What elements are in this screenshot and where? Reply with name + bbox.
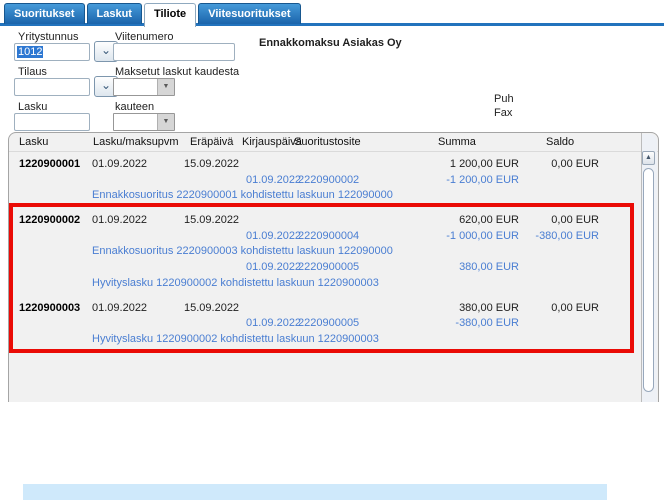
tab-viitesuoritukset[interactable]: Viitesuoritukset bbox=[198, 3, 301, 24]
table-line-note[interactable]: Ennakkosuoritus 2220900001 kohdistettu l… bbox=[9, 189, 641, 205]
allocation-note: Ennakkosuoritus 2220900003 kohdistettu l… bbox=[92, 245, 393, 258]
invoice-date: 01.09.2022 bbox=[92, 301, 148, 314]
lasku-label: Lasku bbox=[18, 101, 48, 113]
amount: 380,00 EUR bbox=[459, 261, 519, 274]
viitenumero-label: Viitenumero bbox=[115, 31, 174, 43]
maksetut-laskut-kaudesta-label: Maksetut laskut kaudesta bbox=[115, 66, 240, 78]
posting-date: 01.09.2022 bbox=[246, 229, 302, 242]
voucher-number: 2220900002 bbox=[298, 173, 360, 186]
selected-row-highlight[interactable] bbox=[23, 484, 607, 500]
column-header-lasku-maksupvm[interactable]: Lasku/maksupvm bbox=[93, 136, 179, 148]
voucher-number: 2220900005 bbox=[298, 317, 360, 330]
tab-tiliote[interactable]: Tiliote bbox=[143, 3, 197, 27]
column-header-erapaiva[interactable]: Eräpäivä bbox=[190, 136, 233, 148]
statement-table: Lasku Lasku/maksupvm Eräpäivä Kirjauspäi… bbox=[8, 132, 659, 500]
table-line-note[interactable]: Hyvityslasku 1220900002 kohdistettu lask… bbox=[9, 333, 641, 349]
column-header-kirjauspaiva[interactable]: Kirjauspäivä bbox=[242, 136, 302, 148]
maksetut-laskut-kaudesta-select[interactable]: ▼ bbox=[113, 78, 175, 96]
posting-date: 01.09.2022 bbox=[246, 261, 302, 274]
table-line-invoice[interactable]: 1220900002 01.09.2022 15.09.2022 620,00 EUR… bbox=[9, 214, 641, 230]
table-line-payment[interactable]: 01.09.2022 2220900005 380,00 EUR bbox=[9, 261, 641, 277]
invoice-number: 1220900003 bbox=[19, 301, 81, 314]
table-line-invoice[interactable]: 1220900003 01.09.2022 15.09.2022 380,00 EUR… bbox=[9, 302, 641, 318]
allocation-note: Ennakkosuoritus 2220900001 kohdistettu l… bbox=[92, 189, 393, 202]
tab-laskut[interactable]: Laskut bbox=[86, 3, 142, 24]
voucher-number: 2220900005 bbox=[298, 261, 360, 274]
column-header-suoritustosite[interactable]: Suoritustosite bbox=[294, 136, 361, 148]
voucher-number: 2220900004 bbox=[298, 229, 360, 242]
balance: 0,00 EUR bbox=[551, 158, 599, 170]
table-line-invoice[interactable]: 1220900001 01.09.2022 15.09.2022 1 200,00 E… bbox=[9, 158, 641, 174]
column-header-lasku[interactable]: Lasku bbox=[19, 136, 48, 148]
posting-date: 01.09.2022 bbox=[246, 317, 302, 330]
combo-arrow-icon: ▼ bbox=[157, 79, 174, 95]
table-line-note[interactable]: Hyvityslasku 1220900002 kohdistettu lask… bbox=[9, 277, 641, 293]
column-header-saldo[interactable]: Saldo bbox=[546, 136, 574, 148]
table-lines: 1220900001 01.09.2022 15.09.2022 1 200,00 E… bbox=[9, 153, 641, 349]
yritystunnus-input[interactable]: 1012 bbox=[14, 43, 90, 61]
combo-arrow-icon: ▼ bbox=[157, 114, 174, 130]
table-line-payment[interactable]: 01.09.2022 2220900005 -380,00 EUR bbox=[9, 317, 641, 333]
viitenumero-input[interactable] bbox=[113, 43, 235, 61]
balance: 0,00 EUR bbox=[551, 214, 599, 227]
arrow-up-icon: ▲ bbox=[645, 154, 652, 161]
invoice-date: 01.09.2022 bbox=[92, 158, 148, 170]
table-line-note[interactable]: Ennakkosuoritus 2220900003 kohdistettu l… bbox=[9, 245, 641, 261]
chevron-down-icon: ⌄ bbox=[100, 78, 112, 92]
invoice-date: 01.09.2022 bbox=[92, 214, 148, 227]
customer-name: Ennakkomaksu Asiakas Oy bbox=[259, 37, 402, 49]
column-header-summa[interactable]: Summa bbox=[438, 136, 476, 148]
tab-bar: Suoritukset Laskut Tiliote Viitesuorituk… bbox=[4, 3, 301, 27]
tilaus-label: Tilaus bbox=[18, 66, 47, 78]
scroll-up-button[interactable]: ▲ bbox=[642, 151, 655, 165]
posting-date: 01.09.2022 bbox=[246, 173, 302, 186]
due-date: 15.09.2022 bbox=[184, 301, 240, 314]
amount: -1 200,00 EUR bbox=[446, 173, 519, 186]
kauteen-select[interactable]: ▼ bbox=[113, 113, 175, 131]
yritystunnus-value: 1012 bbox=[17, 46, 44, 58]
lasku-input[interactable] bbox=[14, 113, 90, 131]
due-date: 15.09.2022 bbox=[184, 158, 240, 170]
table-line-payment[interactable]: 01.09.2022 2220900002 -1 200,00 EUR bbox=[9, 174, 641, 190]
due-date: 15.09.2022 bbox=[184, 214, 240, 227]
kauteen-label: kauteen bbox=[115, 101, 155, 113]
allocation-note: Hyvityslasku 1220900002 kohdistettu lask… bbox=[92, 332, 379, 345]
yritystunnus-label: Yritystunnus bbox=[18, 31, 79, 43]
balance: 0,00 EUR bbox=[551, 301, 599, 314]
puh-label: Puh bbox=[494, 93, 514, 105]
vertical-scrollbar[interactable]: ▲ bbox=[642, 134, 657, 402]
amount: -380,00 EUR bbox=[455, 317, 519, 330]
table-header-row: Lasku Lasku/maksupvm Eräpäivä Kirjauspäi… bbox=[9, 133, 658, 152]
balance: -380,00 EUR bbox=[535, 229, 599, 242]
fax-label: Fax bbox=[494, 107, 513, 119]
invoice-number: 1220900002 bbox=[19, 214, 81, 227]
chevron-down-icon: ⌄ bbox=[100, 43, 112, 57]
allocation-note: Hyvityslasku 1220900002 kohdistettu lask… bbox=[92, 276, 379, 289]
tab-suoritukset[interactable]: Suoritukset bbox=[4, 3, 85, 24]
tilaus-input[interactable] bbox=[14, 78, 90, 96]
table-line-payment[interactable]: 01.09.2022 2220900004 -1 000,00 EUR -380,00… bbox=[9, 230, 641, 246]
invoice-number: 1220900001 bbox=[19, 158, 81, 170]
scrollbar-track[interactable] bbox=[643, 168, 654, 392]
